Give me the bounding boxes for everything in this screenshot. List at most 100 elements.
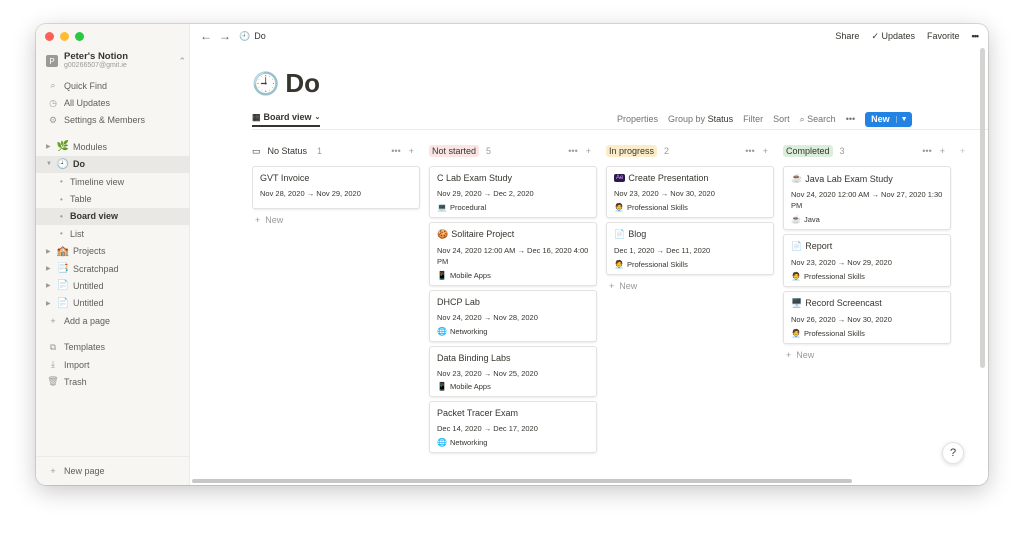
more-icon[interactable]: ••• — [391, 146, 400, 156]
document-icon: 📄 — [56, 297, 70, 309]
breadcrumb[interactable]: 🕘 Do — [239, 31, 266, 42]
new-page-label: New page — [64, 466, 105, 476]
board-card[interactable]: 🖥️ Record Screencast Nov 26, 2020 → Nov 30… — [783, 290, 951, 344]
sidebar-item-projects[interactable]: ▶ 🏫 Projects — [36, 243, 190, 260]
board-card[interactable]: DHCP Lab Nov 24, 2020 → Nov 28, 2020 🌐 Netw… — [429, 289, 597, 342]
column-count: 3 — [839, 146, 845, 156]
board-card[interactable]: 📄 Report Nov 23, 2020 → Nov 29, 2020 🧑‍💼 Pro… — [783, 233, 951, 287]
page-icon: 📑 — [56, 263, 70, 275]
plus-icon[interactable]: + — [940, 146, 945, 156]
sidebar-item-quick-find[interactable]: ⌕ Quick Find — [36, 77, 190, 94]
add-card-button[interactable]: + New — [606, 281, 774, 291]
back-arrow-icon[interactable]: ← — [200, 29, 212, 43]
column-count: 1 — [317, 146, 323, 156]
sidebar-item-timeline-view[interactable]: • Timeline view — [36, 173, 190, 190]
column-actions: ••• + — [745, 146, 774, 156]
more-icon[interactable]: ••• — [568, 146, 577, 156]
page-title: 🕘 Do — [252, 68, 320, 99]
add-group-icon[interactable]: + — [960, 146, 965, 156]
board-column: In progress 2 ••• + Ae Create Presentation Nov… — [606, 140, 774, 291]
sidebar-item-settings[interactable]: ⚙ Settings & Members — [36, 112, 190, 129]
chevron-right-icon[interactable]: ▶ — [46, 265, 56, 272]
more-icon[interactable]: ••• — [972, 31, 980, 41]
sidebar-item-board-view[interactable]: • Board view — [36, 207, 190, 226]
sidebar-item-list[interactable]: • List — [36, 225, 190, 242]
more-icon[interactable]: ••• — [745, 146, 754, 156]
board-card[interactable]: GVT Invoice Nov 28, 2020 → Nov 29, 2020 — [252, 166, 420, 209]
share-button[interactable]: Share — [835, 31, 859, 41]
forward-arrow-icon[interactable]: → — [219, 29, 231, 43]
clock-icon[interactable]: 🕘 — [252, 71, 279, 97]
sidebar-item-trash[interactable]: 🗑 Trash — [36, 373, 190, 390]
board-column: ▭ No Status 1 ••• + GVT Invoice Nov 28, 2020 →… — [252, 140, 420, 225]
chevron-down-icon[interactable]: ▼ — [46, 161, 56, 167]
close-window-button[interactable] — [45, 32, 54, 41]
sidebar-item-templates[interactable]: ⧉ Templates — [36, 338, 190, 355]
favorite-button[interactable]: Favorite — [927, 31, 960, 41]
chevron-right-icon[interactable]: ▶ — [46, 143, 56, 150]
column-header[interactable]: Completed 3 ••• + — [783, 140, 951, 162]
card-title-row: Packet Tracer Exam — [437, 408, 589, 418]
zoom-window-button[interactable] — [75, 32, 84, 41]
board-card[interactable]: Data Binding Labs Nov 23, 2020 → Nov 25, … — [429, 345, 597, 398]
chevron-right-icon[interactable]: ▶ — [46, 282, 56, 289]
minimize-window-button[interactable] — [60, 32, 69, 41]
search-button[interactable]: ⌕ Search — [800, 114, 836, 125]
tag-icon: 🧑‍💼 — [791, 328, 801, 338]
chevron-right-icon[interactable]: ▶ — [46, 300, 56, 307]
card-title: Java Lab Exam Study — [805, 173, 893, 184]
card-icon: Ae — [614, 174, 626, 182]
sidebar-item-do[interactable]: ▼ 🕘 Do — [36, 155, 190, 173]
more-icon[interactable]: ••• — [846, 114, 855, 124]
view-switcher[interactable]: ▦ Board view ⌄ — [252, 112, 321, 127]
chevron-down-icon[interactable]: ▼ — [895, 115, 912, 123]
board-card[interactable]: Packet Tracer Exam Dec 14, 2020 → Dec 17,… — [429, 401, 597, 454]
add-card-button[interactable]: + New — [783, 350, 951, 360]
tag-icon: 🧑‍💼 — [791, 271, 801, 281]
column-status-tag: No Status — [264, 145, 311, 157]
new-page-button[interactable]: + New page — [36, 456, 190, 485]
board-card[interactable]: C Lab Exam Study Nov 29, 2020 → Dec 2, 20… — [429, 166, 597, 218]
new-button[interactable]: New ▼ — [865, 111, 912, 127]
sidebar-item-all-updates[interactable]: ◷ All Updates — [36, 94, 190, 111]
horizontal-scrollbar[interactable] — [192, 479, 852, 483]
sidebar-item-untitled-2[interactable]: ▶ 📄 Untitled — [36, 295, 190, 312]
column-header[interactable]: Not started 5 ••• + — [429, 140, 597, 162]
properties-button[interactable]: Properties — [617, 114, 658, 124]
card-icon: 🍪 — [437, 228, 449, 239]
board-card[interactable]: 🍪 Solitaire Project Nov 24, 2020 12:00 AM … — [429, 221, 597, 286]
bullet-icon: • — [60, 194, 63, 204]
sort-button[interactable]: Sort — [773, 114, 790, 124]
vertical-scrollbar[interactable] — [980, 48, 985, 368]
sidebar-item-add-page[interactable]: + Add a page — [36, 312, 190, 329]
more-icon[interactable]: ••• — [922, 146, 931, 156]
card-date: Nov 23, 2020 → Nov 29, 2020 — [791, 257, 892, 267]
sidebar-item-import[interactable]: ⤓ Import — [36, 356, 190, 373]
plus-icon[interactable]: + — [586, 146, 591, 156]
column-header[interactable]: ▭ No Status 1 ••• + — [252, 140, 420, 162]
sidebar-item-untitled-1[interactable]: ▶ 📄 Untitled — [36, 277, 190, 294]
group-by-button[interactable]: Group by Status — [668, 114, 733, 124]
board-card[interactable]: Ae Create Presentation Nov 23, 2020 → Nov … — [606, 166, 774, 218]
column-header[interactable]: In progress 2 ••• + — [606, 140, 774, 162]
sidebar-item-table[interactable]: • Table — [36, 190, 190, 207]
help-button[interactable]: ? — [942, 442, 964, 464]
card-title: GVT Invoice — [260, 173, 310, 183]
tag-label: Professional Skills — [803, 328, 865, 338]
sidebar-item-modules[interactable]: ▶ 🌿 Modules — [36, 138, 190, 155]
board-card[interactable]: ☕ Java Lab Exam Study Nov 24, 2020 12:00 A… — [783, 166, 951, 230]
sidebar-item-label: Scratchpad — [73, 263, 119, 274]
trash-icon: 🗑 — [47, 376, 59, 387]
page-title-text[interactable]: Do — [285, 68, 320, 99]
updates-button[interactable]: ✓ Updates — [871, 31, 915, 42]
chevron-down-icon: ⌄ — [314, 114, 321, 121]
add-card-button[interactable]: + New — [252, 215, 420, 225]
sidebar-item-scratchpad[interactable]: ▶ 📑 Scratchpad — [36, 260, 190, 277]
board-card[interactable]: 📄 Blog Dec 1, 2020 → Dec 11, 2020 🧑‍💼 Profes… — [606, 221, 774, 275]
plus-icon[interactable]: + — [763, 146, 768, 156]
plus-icon[interactable]: + — [409, 146, 414, 156]
card-title-row: 📄 Report — [791, 241, 943, 252]
chevron-right-icon[interactable]: ▶ — [46, 248, 56, 255]
workspace-switcher[interactable]: P Peter's Notion g00266507@gmit.ie ⌃ — [46, 50, 186, 72]
filter-button[interactable]: Filter — [743, 114, 763, 124]
